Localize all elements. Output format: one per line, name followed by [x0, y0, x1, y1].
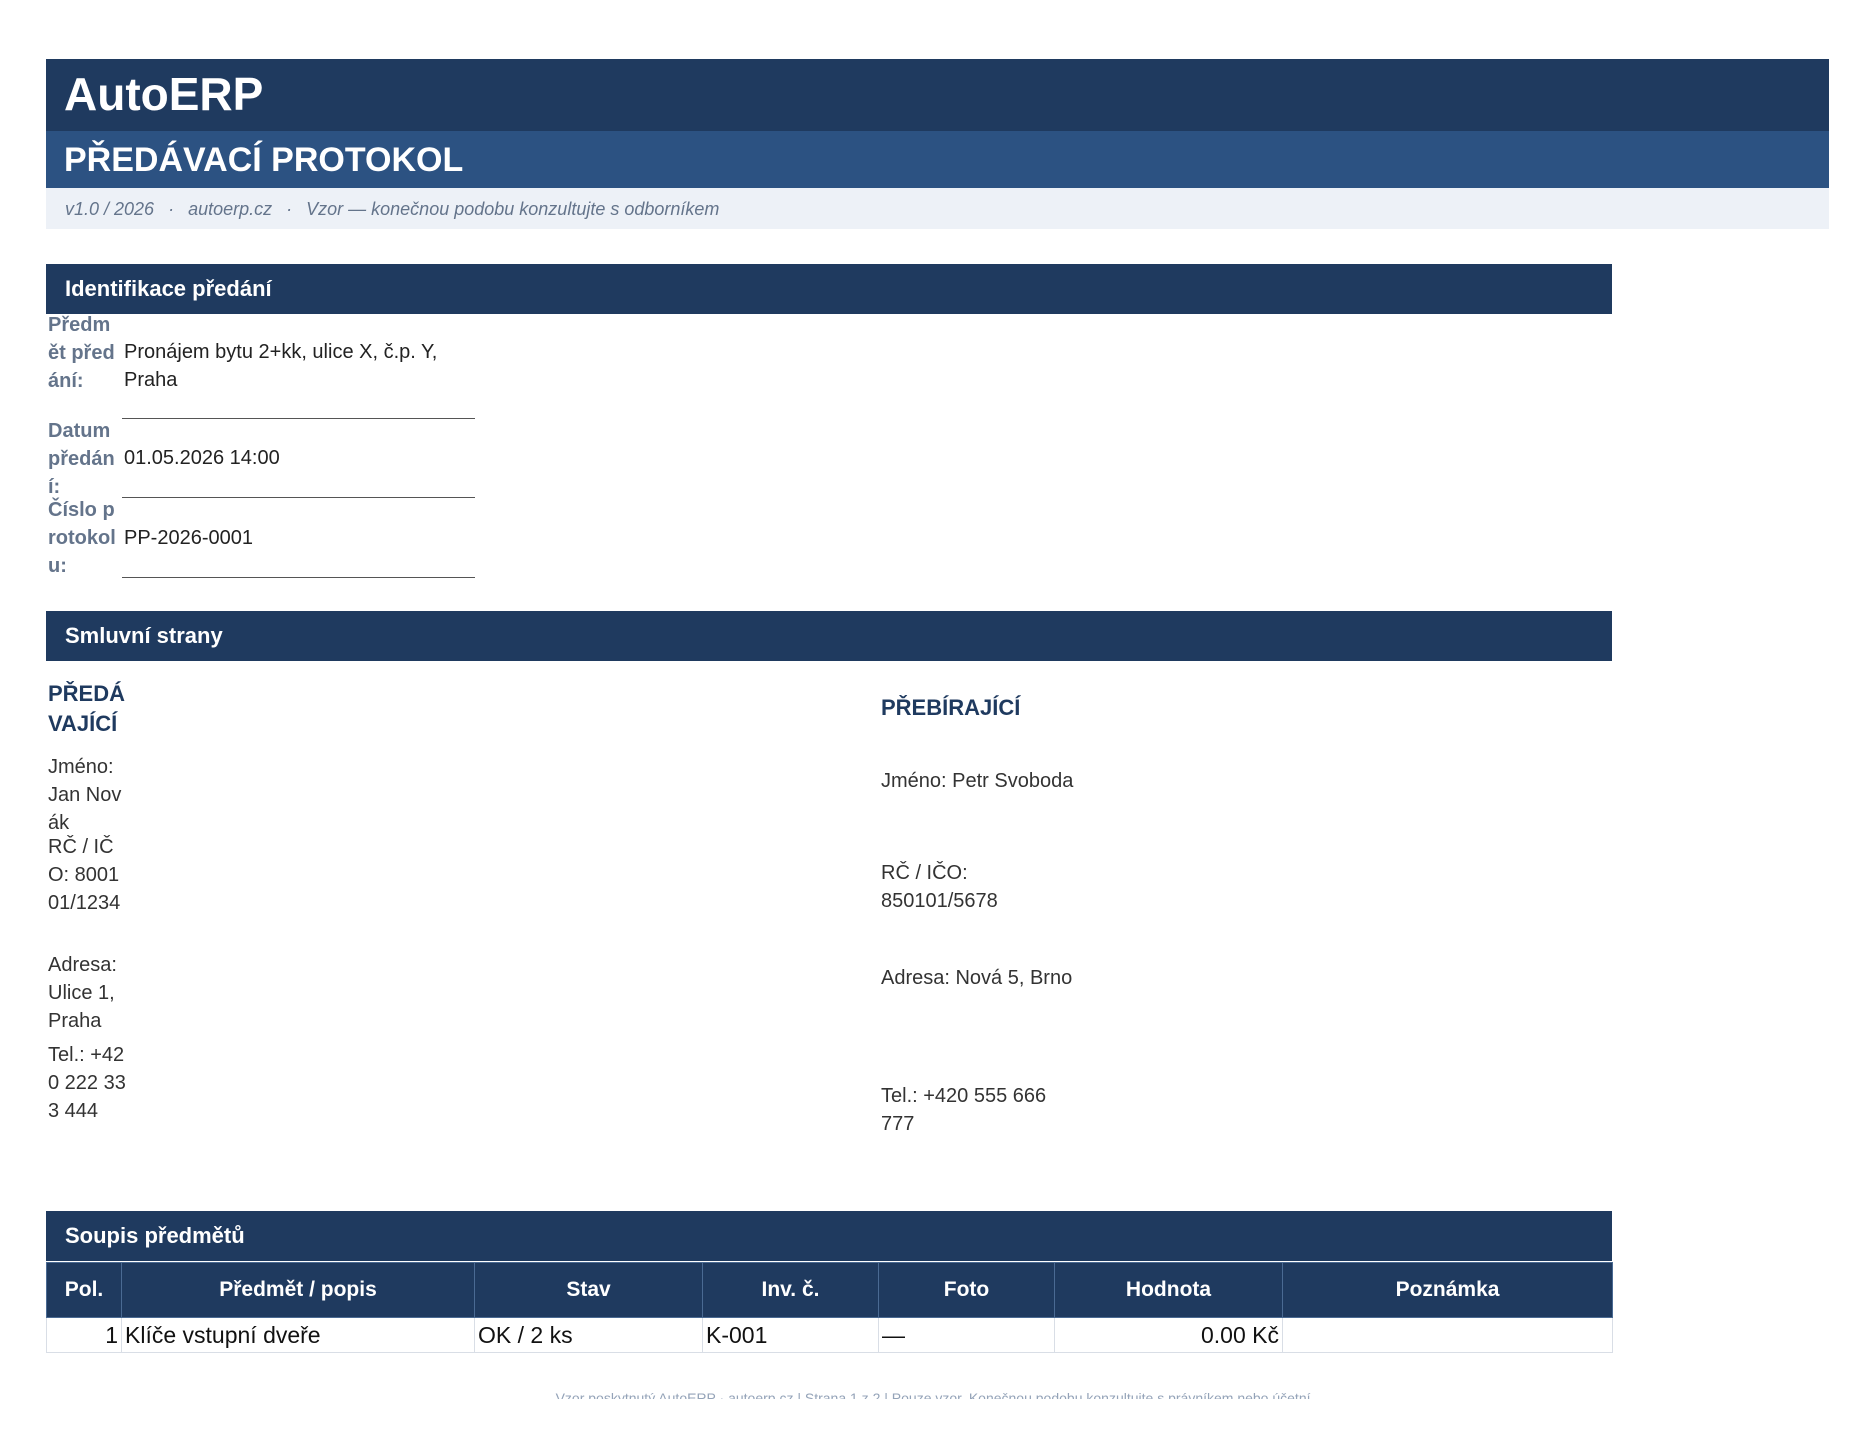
section-items: Soupis předmětů	[46, 1211, 1612, 1261]
column-header-pos: Pol.	[46, 1262, 122, 1318]
section-heading: Identifikace předání	[65, 276, 272, 301]
meta-separator: ·	[286, 199, 293, 219]
meta-bar: v1.0 / 2026 · autoerp.cz · Vzor — konečnou p…	[46, 188, 1829, 229]
section-identification: Identifikace předání	[46, 264, 1612, 314]
meta-version: v1.0 / 2026	[65, 199, 155, 219]
document-title-bar: PŘEDÁVACÍ PROTOKOL	[46, 131, 1829, 188]
number-label: Číslo protokolu:	[48, 499, 116, 577]
number-underline	[122, 577, 475, 578]
receiver-address: Adresa: Nová 5, Brno	[881, 967, 1073, 989]
table-header-row: Pol. Předmět / popis Stav Inv. č. Foto H…	[46, 1262, 1613, 1318]
handover-address: Adresa: Ulice 1, Praha	[48, 954, 117, 1032]
cell-inventory: K-001	[702, 1317, 879, 1353]
column-header-value: Hodnota	[1054, 1262, 1283, 1318]
cell-photo: —	[878, 1317, 1055, 1353]
column-header-description: Předmět / popis	[121, 1262, 475, 1318]
page-footer: Vzor poskytnutý AutoERP · autoerp.cz | S…	[555, 1390, 1315, 1399]
cell-description: Klíče vstupní dveře	[121, 1317, 475, 1353]
cell-note	[1282, 1317, 1613, 1353]
handover-phone: Tel.: +420 222 333 444	[48, 1044, 126, 1122]
number-value: PP-2026-0001	[124, 527, 253, 549]
handover-id: RČ / IČO: 800101/1234	[48, 836, 121, 914]
table-row: 1 Klíče vstupní dveře OK / 2 ks K-001 — …	[46, 1317, 1613, 1353]
section-heading: Soupis předmětů	[65, 1223, 245, 1248]
receiver-name: Jméno: Petr Svoboda	[881, 770, 1074, 792]
column-header-inventory: Inv. č.	[702, 1262, 879, 1318]
section-heading: Smluvní strany	[65, 623, 223, 648]
section-parties: Smluvní strany	[46, 611, 1612, 661]
subject-label: Předmět předání:	[48, 314, 115, 392]
meta-line: v1.0 / 2026 · autoerp.cz · Vzor — konečnou p…	[65, 198, 719, 220]
meta-website: autoerp.cz	[188, 199, 273, 219]
date-value: 01.05.2026 14:00	[124, 447, 280, 469]
cell-state: OK / 2 ks	[474, 1317, 703, 1353]
handover-title: PŘEDÁVAJÍCÍ	[48, 681, 126, 736]
date-underline	[122, 497, 475, 498]
meta-disclaimer: Vzor — konečnou podobu konzultujte s odb…	[306, 199, 720, 219]
receiver-title: PŘEBÍRAJÍCÍ	[881, 695, 1021, 720]
receiver-id: RČ / IČO: 850101/5678	[881, 862, 998, 912]
cell-value: 0.00 Kč	[1054, 1317, 1283, 1353]
column-header-state: Stav	[474, 1262, 703, 1318]
column-header-note: Poznámka	[1282, 1262, 1613, 1318]
items-table: Pol. Předmět / popis Stav Inv. č. Foto H…	[46, 1262, 1613, 1353]
receiver-phone: Tel.: +420 555 666 777	[881, 1085, 1047, 1135]
cell-pos: 1	[46, 1317, 122, 1353]
meta-separator: ·	[168, 199, 175, 219]
subject-underline	[122, 418, 475, 419]
column-header-photo: Foto	[878, 1262, 1055, 1318]
date-label: Datum předání:	[48, 420, 115, 498]
document-title: PŘEDÁVACÍ PROTOKOL	[64, 141, 464, 179]
brand-name: AutoERP	[64, 68, 264, 120]
subject-value: Pronájem bytu 2+kk, ulice X, č.p. Y, Pra…	[124, 341, 438, 391]
handover-name: Jméno: Jan Novák	[48, 756, 122, 834]
brand-bar: AutoERP	[46, 59, 1829, 131]
